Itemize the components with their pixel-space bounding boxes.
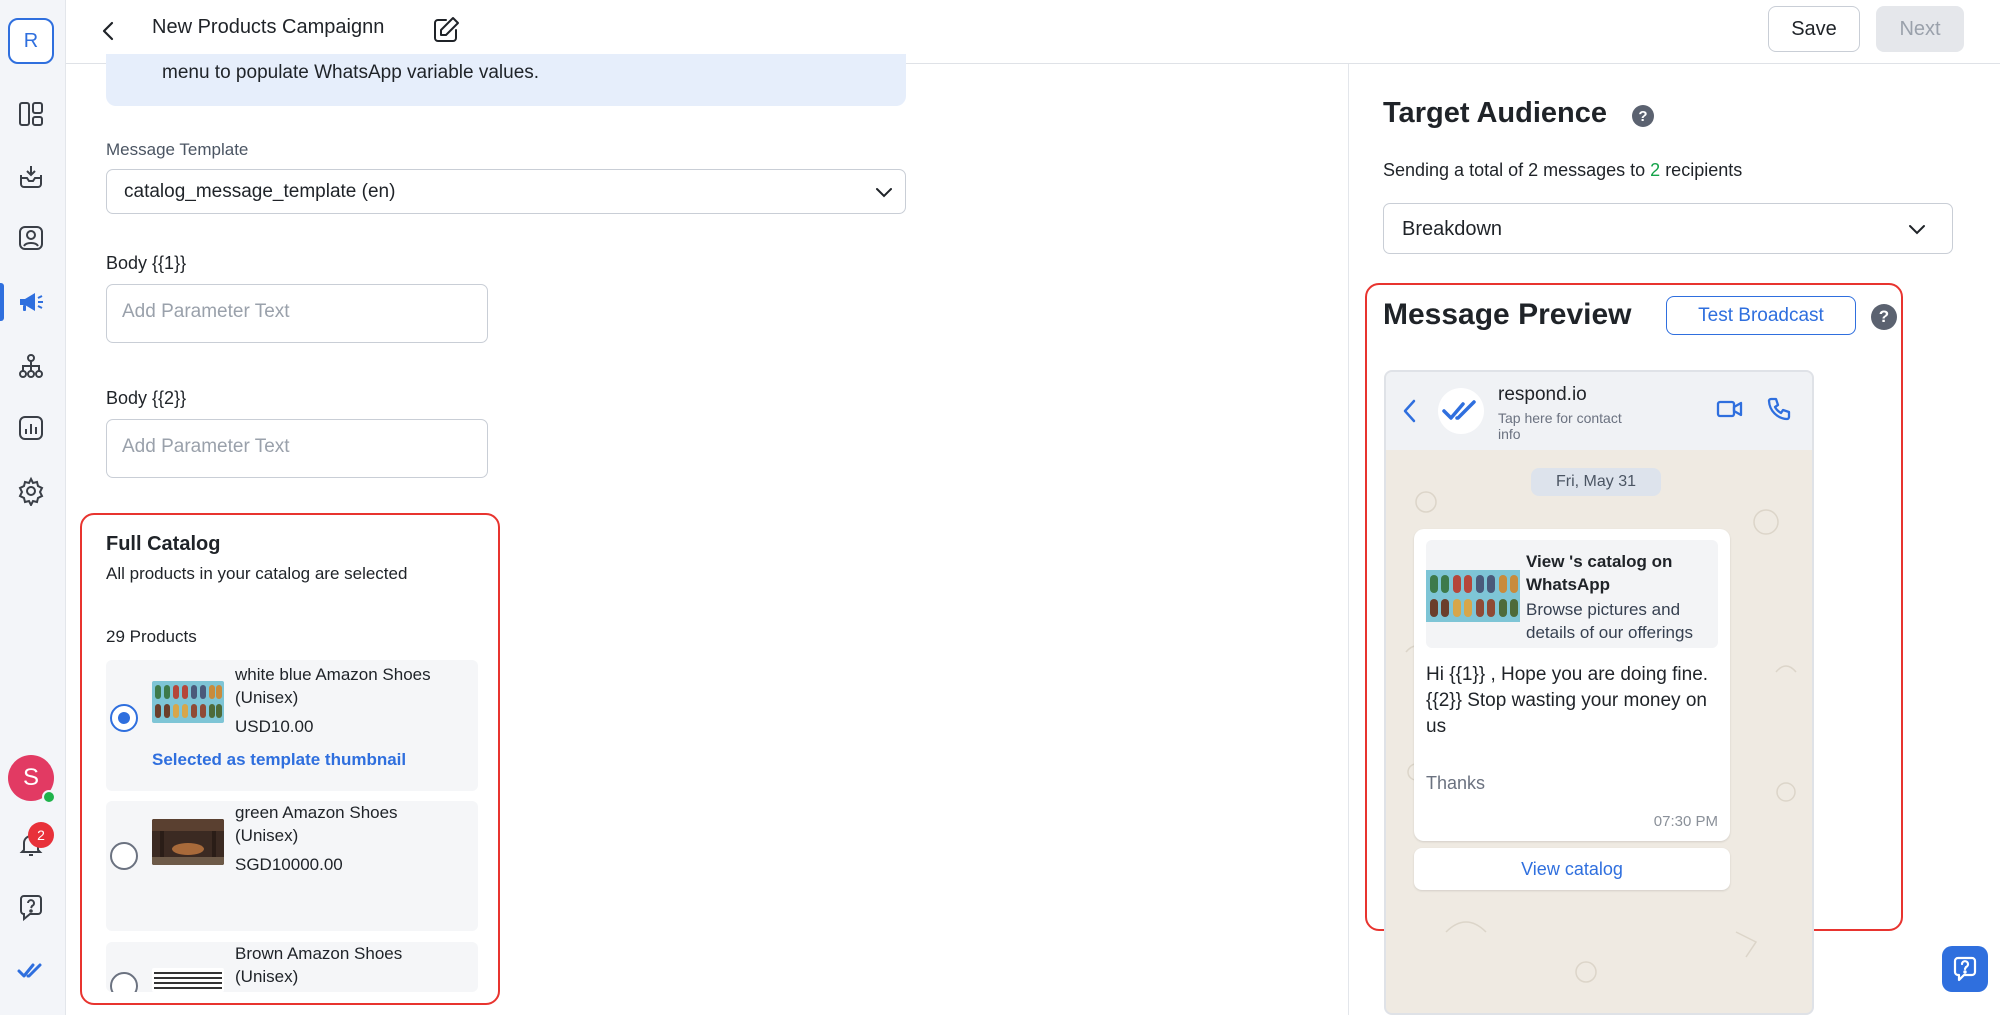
body2-param-input[interactable]: Add Parameter Text: [106, 419, 488, 478]
body1-label: Body {{1}}: [106, 253, 187, 273]
catalog-header-card: View 's catalog on WhatsApp Browse pictu…: [1426, 540, 1718, 648]
message-template-select[interactable]: catalog_message_template (en): [106, 169, 906, 214]
product-thumbnail: [152, 819, 224, 865]
online-status-dot: [42, 790, 56, 804]
message-body: Hi {{1}} , Hope you are doing fine. {{2}…: [1426, 664, 1709, 737]
product-card[interactable]: Brown Amazon Shoes (Unisex): [106, 942, 478, 992]
product-thumbnail: [152, 968, 224, 992]
product-price: USD10.00: [235, 717, 314, 736]
contacts-icon[interactable]: [14, 221, 48, 255]
product-name: green Amazon Shoes (Unisex): [235, 803, 398, 845]
product-card[interactable]: white blue Amazon Shoes (Unisex) USD10.0…: [106, 660, 478, 791]
message-timestamp: 07:30 PM: [1653, 813, 1718, 830]
product-radio[interactable]: [110, 842, 138, 870]
audience-summary: Sending a total of 2 messages to 2 recip…: [1383, 160, 1742, 181]
sidebar: R S 2: [0, 0, 66, 1015]
contact-name: respond.io: [1498, 384, 1587, 405]
chevron-down-icon: [1909, 225, 1925, 235]
view-catalog-button[interactable]: View catalog: [1414, 848, 1730, 890]
product-card[interactable]: green Amazon Shoes (Unisex) SGD10000.00: [106, 801, 478, 931]
audience-summary-suffix: recipients: [1660, 160, 1743, 180]
respond-logo-icon: [14, 953, 48, 987]
breakdown-dropdown[interactable]: Breakdown: [1383, 203, 1953, 254]
info-banner: menu to populate WhatsApp variable value…: [106, 54, 906, 106]
target-audience-title: Target Audience: [1383, 97, 1607, 129]
reports-icon[interactable]: [14, 411, 48, 445]
respond-logo-icon: [1442, 400, 1476, 420]
catalog-title: Full Catalog: [106, 533, 221, 555]
catalog-subtitle: All products in your catalog are selecte…: [106, 564, 408, 583]
workflows-icon[interactable]: [14, 349, 48, 383]
body2-placeholder: Add Parameter Text: [122, 436, 290, 457]
chevron-left-icon: [102, 21, 114, 41]
message-template-value: catalog_message_template (en): [124, 181, 396, 202]
settings-icon[interactable]: [14, 474, 48, 508]
product-name: Brown Amazon Shoes (Unisex): [235, 944, 403, 986]
dashboard-icon[interactable]: [14, 97, 48, 131]
product-price: SGD10000.00: [235, 855, 343, 874]
video-call-icon: [1716, 400, 1743, 418]
breakdown-label: Breakdown: [1402, 218, 1503, 240]
chevron-down-icon: [876, 188, 892, 198]
audience-summary-prefix: Sending a total of 2 messages to: [1383, 160, 1651, 180]
body1-param-input[interactable]: Add Parameter Text: [106, 284, 488, 343]
message-footer: Thanks: [1426, 773, 1486, 793]
product-radio[interactable]: [110, 704, 138, 732]
support-chat-button[interactable]: [1942, 946, 1988, 992]
whatsapp-phone-preview: respond.io Tap here for contact info Fri…: [1384, 370, 1814, 1015]
active-nav-indicator: [0, 283, 4, 321]
catalog-product-count: 29 Products: [106, 627, 197, 646]
workspace-badge[interactable]: R: [8, 18, 54, 64]
message-preview-help-icon[interactable]: ?: [1871, 304, 1897, 330]
contact-avatar: [1438, 388, 1484, 434]
page-title: New Products Campaignn: [152, 16, 385, 38]
notification-count-badge: 2: [28, 822, 54, 848]
back-button[interactable]: [92, 14, 126, 48]
message-bubble: View 's catalog on WhatsApp Browse pictu…: [1414, 529, 1730, 841]
catalog-header-description: Browse pictures and details of our offer…: [1526, 600, 1693, 642]
contact-subtitle: Tap here for contact info: [1498, 410, 1622, 442]
inbox-icon[interactable]: [14, 159, 48, 193]
target-audience-help-icon[interactable]: ?: [1632, 105, 1654, 127]
message-template-label: Message Template: [106, 140, 249, 159]
message-preview-title: Message Preview: [1383, 298, 1632, 331]
help-chat-icon: [1953, 956, 1977, 982]
panel-divider: [1348, 64, 1349, 1015]
test-broadcast-button[interactable]: Test Broadcast: [1666, 296, 1856, 335]
body1-placeholder: Add Parameter Text: [122, 301, 290, 322]
thumbnail-selected-note: Selected as template thumbnail: [152, 750, 407, 769]
product-radio[interactable]: [110, 972, 138, 992]
date-separator: Fri, May 31: [1531, 468, 1661, 496]
body2-label: Body {{2}}: [106, 388, 187, 408]
product-thumbnail: [152, 681, 224, 723]
catalog-header-title: View 's catalog on WhatsApp: [1526, 552, 1673, 594]
save-button[interactable]: Save: [1768, 6, 1860, 52]
broadcast-icon[interactable]: [14, 285, 48, 319]
next-button[interactable]: Next: [1876, 6, 1964, 52]
edit-title-icon[interactable]: [428, 12, 464, 48]
catalog-thumbnail: [1426, 570, 1520, 622]
info-banner-text: menu to populate WhatsApp variable value…: [162, 62, 540, 83]
help-icon[interactable]: [14, 890, 48, 924]
chevron-left-icon: [1403, 399, 1416, 423]
chat-header: respond.io Tap here for contact info: [1386, 372, 1812, 450]
phone-call-icon: [1767, 397, 1791, 421]
recipient-count: 2: [1650, 160, 1661, 180]
product-name: white blue Amazon Shoes (Unisex): [235, 665, 431, 707]
